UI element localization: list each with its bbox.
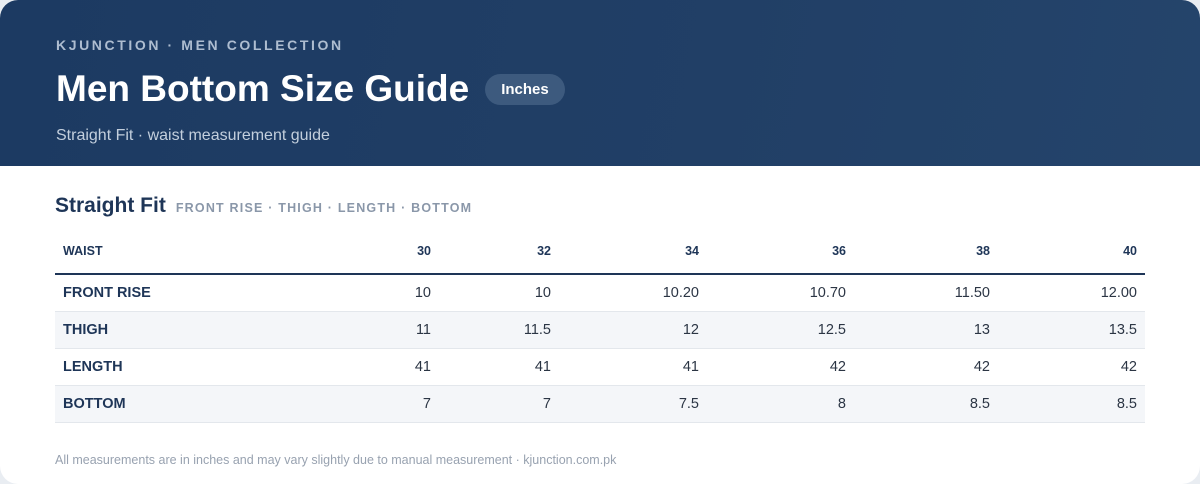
table-cell: 10 bbox=[439, 274, 559, 312]
page-subtitle: Straight Fit · waist measurement guide bbox=[56, 127, 330, 144]
unit-badge: Inches bbox=[485, 73, 565, 105]
row-label: FRONT RISE bbox=[55, 274, 255, 312]
header-banner: KJUNCTION · MEN COLLECTION Men Bottom Si… bbox=[0, 0, 1200, 166]
column-header-size: 32 bbox=[439, 228, 559, 275]
section-header: Straight Fit FRONT RISE · THIGH · LENGTH… bbox=[55, 192, 1145, 220]
column-header-size: 36 bbox=[707, 228, 854, 275]
table-cell: 13 bbox=[854, 311, 998, 349]
title-row: Men Bottom Size Guide Inches bbox=[56, 66, 1144, 112]
table-cell: 7 bbox=[255, 385, 439, 423]
table-cell: 7.5 bbox=[559, 385, 707, 423]
table-cell: 42 bbox=[707, 348, 854, 386]
table-cell: 12 bbox=[559, 311, 707, 349]
content-area: Straight Fit FRONT RISE · THIGH · LENGTH… bbox=[0, 166, 1200, 467]
brand-eyebrow: KJUNCTION · MEN COLLECTION bbox=[56, 37, 344, 53]
footnote: All measurements are in inches and may v… bbox=[55, 452, 617, 467]
table-cell: 8.5 bbox=[998, 385, 1145, 423]
row-label: THIGH bbox=[55, 311, 255, 349]
table-cell: 41 bbox=[439, 348, 559, 386]
table-row: THIGH 11 11.5 12 12.5 13 13.5 bbox=[55, 311, 1145, 349]
table-cell: 13.5 bbox=[998, 311, 1145, 349]
table-cell: 41 bbox=[559, 348, 707, 386]
column-header-size: 40 bbox=[998, 228, 1145, 275]
column-header-waist: WAIST bbox=[55, 228, 255, 275]
table-cell: 11.5 bbox=[439, 311, 559, 349]
table-row: BOTTOM 7 7 7.5 8 8.5 8.5 bbox=[55, 385, 1145, 423]
table-cell: 8 bbox=[707, 385, 854, 423]
column-header-size: 34 bbox=[559, 228, 707, 275]
size-table: WAIST 30 32 34 36 38 40 FRONT RISE 10 10… bbox=[55, 228, 1145, 423]
table-row: FRONT RISE 10 10 10.20 10.70 11.50 12.00 bbox=[55, 274, 1145, 312]
table-cell: 11.50 bbox=[854, 274, 998, 312]
table-cell: 11 bbox=[255, 311, 439, 349]
row-label: BOTTOM bbox=[55, 385, 255, 423]
table-cell: 8.5 bbox=[854, 385, 998, 423]
table-cell: 10.20 bbox=[559, 274, 707, 312]
table-header-row: WAIST 30 32 34 36 38 40 bbox=[55, 228, 1145, 275]
table-cell: 42 bbox=[998, 348, 1145, 386]
column-header-size: 30 bbox=[255, 228, 439, 275]
table-row: LENGTH 41 41 41 42 42 42 bbox=[55, 348, 1145, 386]
page-title: Men Bottom Size Guide bbox=[56, 68, 470, 109]
section-title: Straight Fit bbox=[55, 194, 166, 217]
table-cell: 42 bbox=[854, 348, 998, 386]
table-cell: 10.70 bbox=[707, 274, 854, 312]
section-subtitle: FRONT RISE · THIGH · LENGTH · BOTTOM bbox=[175, 201, 473, 215]
table-cell: 41 bbox=[255, 348, 439, 386]
table-cell: 10 bbox=[255, 274, 439, 312]
row-label: LENGTH bbox=[55, 348, 255, 386]
table-cell: 12.5 bbox=[707, 311, 854, 349]
size-guide-card: KJUNCTION · MEN COLLECTION Men Bottom Si… bbox=[0, 0, 1200, 484]
column-header-size: 38 bbox=[854, 228, 998, 275]
table-cell: 7 bbox=[439, 385, 559, 423]
table-cell: 12.00 bbox=[998, 274, 1145, 312]
